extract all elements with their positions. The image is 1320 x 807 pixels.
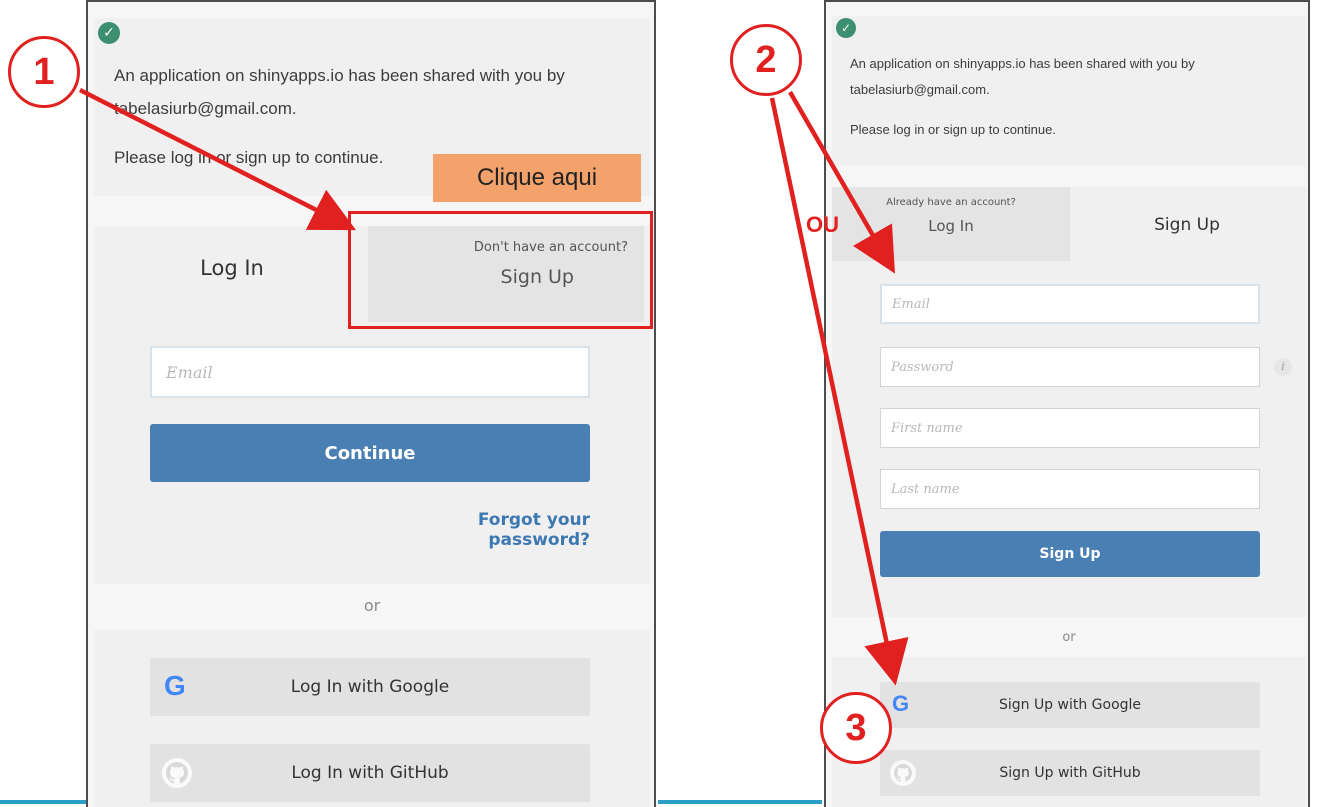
step-3-marker: 3 [820,692,892,764]
step-2-marker: 2 [730,24,802,96]
arrow-step1 [78,87,357,231]
step-1-marker: 1 [8,36,80,108]
annotation-arrows [78,87,909,686]
or-annotation-label: OU [806,212,839,237]
arrow-step2-to-social [769,97,909,686]
